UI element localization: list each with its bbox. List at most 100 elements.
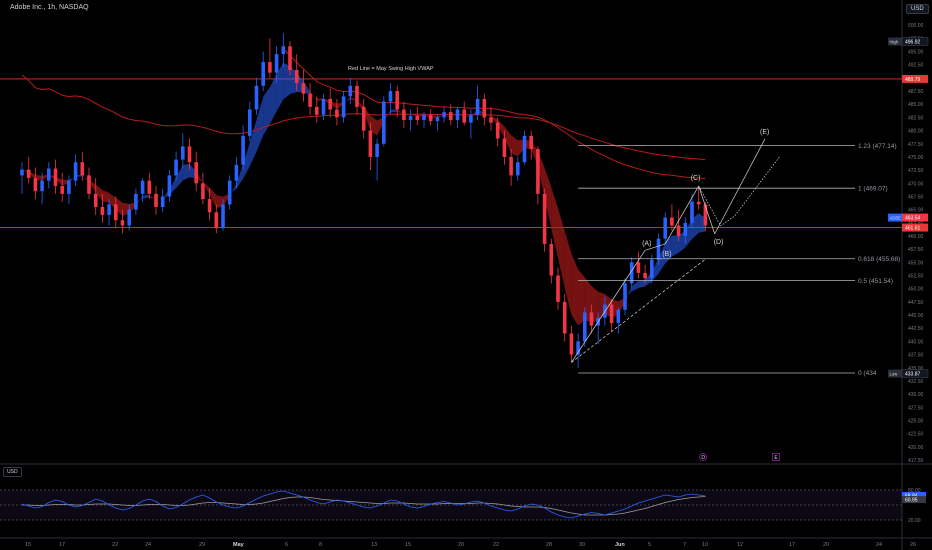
candle-bear[interactable] [676, 225, 681, 236]
candle-bear[interactable] [214, 212, 219, 229]
candle-bear[interactable] [26, 169, 31, 179]
candle-bull[interactable] [227, 180, 232, 205]
sub-pane-label[interactable]: USD [3, 467, 22, 477]
candle-bear[interactable] [609, 304, 614, 323]
candle-bull[interactable] [174, 159, 178, 176]
chart-canvas[interactable]: 1.23 (477.14) 1 (469.07) 0.618 (455.68) 0.5… [0, 0, 932, 550]
candle-bull[interactable] [650, 259, 654, 279]
candle-bear[interactable] [549, 243, 554, 276]
candle-bear[interactable] [100, 207, 105, 215]
candle-bull[interactable] [341, 96, 346, 118]
rsi-pane[interactable] [0, 489, 902, 521]
candle-bull[interactable] [127, 209, 131, 226]
candle-bear[interactable] [194, 162, 198, 184]
candle-bear[interactable] [536, 149, 540, 194]
candle-bear[interactable] [589, 312, 594, 326]
candle-bull[interactable] [375, 143, 379, 157]
candle-bull[interactable] [20, 169, 24, 176]
candle-bull[interactable] [40, 180, 44, 192]
candle-bull[interactable] [435, 117, 440, 122]
candle-bear[interactable] [495, 122, 500, 139]
candle-bear[interactable] [368, 130, 373, 157]
candle-bear[interactable] [207, 199, 212, 213]
candle-bear[interactable] [308, 93, 312, 107]
candle-bear[interactable] [328, 98, 332, 110]
candle-bear[interactable] [187, 146, 192, 163]
candle-bear[interactable] [87, 175, 91, 194]
candle-bear[interactable] [268, 62, 272, 73]
currency-button[interactable]: USD [906, 4, 929, 14]
candle-bull[interactable] [181, 146, 185, 160]
candle-bull[interactable] [73, 162, 78, 181]
candle-bear[interactable] [643, 272, 647, 279]
candle-bear[interactable] [315, 106, 319, 115]
candle-bear[interactable] [301, 83, 306, 94]
candle-bear[interactable] [502, 138, 507, 157]
candle-bull[interactable] [455, 109, 460, 121]
candle-bull[interactable] [281, 46, 286, 55]
candle-bull[interactable] [690, 201, 694, 223]
candle-bear[interactable] [415, 115, 420, 121]
candle-bull[interactable] [656, 238, 661, 260]
candle-bear[interactable] [80, 162, 85, 176]
candle-bull[interactable] [623, 283, 627, 310]
candle-bull[interactable] [321, 98, 326, 115]
candle-bear[interactable] [703, 204, 708, 226]
candle-bear[interactable] [53, 168, 58, 186]
candle-bull[interactable] [382, 101, 386, 144]
candle-bear[interactable] [361, 106, 366, 131]
candle-bear[interactable] [696, 201, 701, 205]
candle-bear[interactable] [93, 193, 98, 208]
candle-bull[interactable] [134, 193, 138, 210]
candle-bull[interactable] [254, 85, 259, 110]
candle-bear[interactable] [489, 117, 493, 123]
candle-bull[interactable] [234, 164, 239, 181]
candle-bull[interactable] [388, 91, 393, 102]
candle-bull[interactable] [241, 135, 245, 165]
candle-bear[interactable] [395, 91, 399, 110]
candle-bear[interactable] [288, 46, 292, 70]
candle-bull[interactable] [160, 196, 165, 208]
candle-bear[interactable] [529, 135, 533, 150]
candle-bear[interactable] [428, 114, 433, 122]
candle-bear[interactable] [569, 333, 574, 355]
candle-bull[interactable] [221, 204, 225, 229]
candle-bear[interactable] [60, 185, 64, 194]
candle-bull[interactable] [475, 98, 480, 115]
candle-bear[interactable] [542, 193, 547, 244]
candle-bull[interactable] [167, 175, 172, 197]
candle-bear[interactable] [335, 109, 339, 118]
candle-bear[interactable] [33, 178, 38, 192]
candle-bull[interactable] [583, 312, 587, 342]
candle-bear[interactable] [294, 69, 299, 84]
candle-bear[interactable] [482, 98, 487, 118]
candle-bear[interactable] [562, 301, 567, 334]
candle-bear[interactable] [556, 275, 560, 302]
candle-bull[interactable] [683, 222, 688, 236]
candle-bear[interactable] [201, 183, 205, 200]
candle-bull[interactable] [140, 180, 145, 194]
candle-bear[interactable] [402, 109, 406, 121]
candle-bull[interactable] [442, 112, 446, 118]
candle-bear[interactable] [509, 156, 513, 176]
candle-bear[interactable] [636, 262, 641, 273]
candle-bear[interactable] [154, 193, 158, 208]
candle-bull[interactable] [274, 54, 279, 73]
candle-bull[interactable] [47, 168, 51, 181]
candle-bull[interactable] [516, 162, 520, 176]
candle-bear[interactable] [462, 109, 466, 123]
candle-bull[interactable] [522, 135, 527, 163]
candle-bear[interactable] [147, 180, 152, 194]
candle-bull[interactable] [422, 114, 426, 121]
candle-bull[interactable] [107, 204, 111, 215]
candle-bull[interactable] [663, 217, 667, 239]
candle-bull[interactable] [67, 180, 71, 194]
candle-bear[interactable] [114, 204, 118, 221]
candle-bull[interactable] [469, 114, 473, 123]
candle-bull[interactable] [348, 85, 353, 97]
candle-bear[interactable] [670, 217, 674, 226]
candle-bear[interactable] [355, 85, 359, 107]
candle-bear[interactable] [449, 112, 453, 121]
candle-bear[interactable] [120, 220, 125, 226]
candle-bull[interactable] [408, 115, 413, 121]
